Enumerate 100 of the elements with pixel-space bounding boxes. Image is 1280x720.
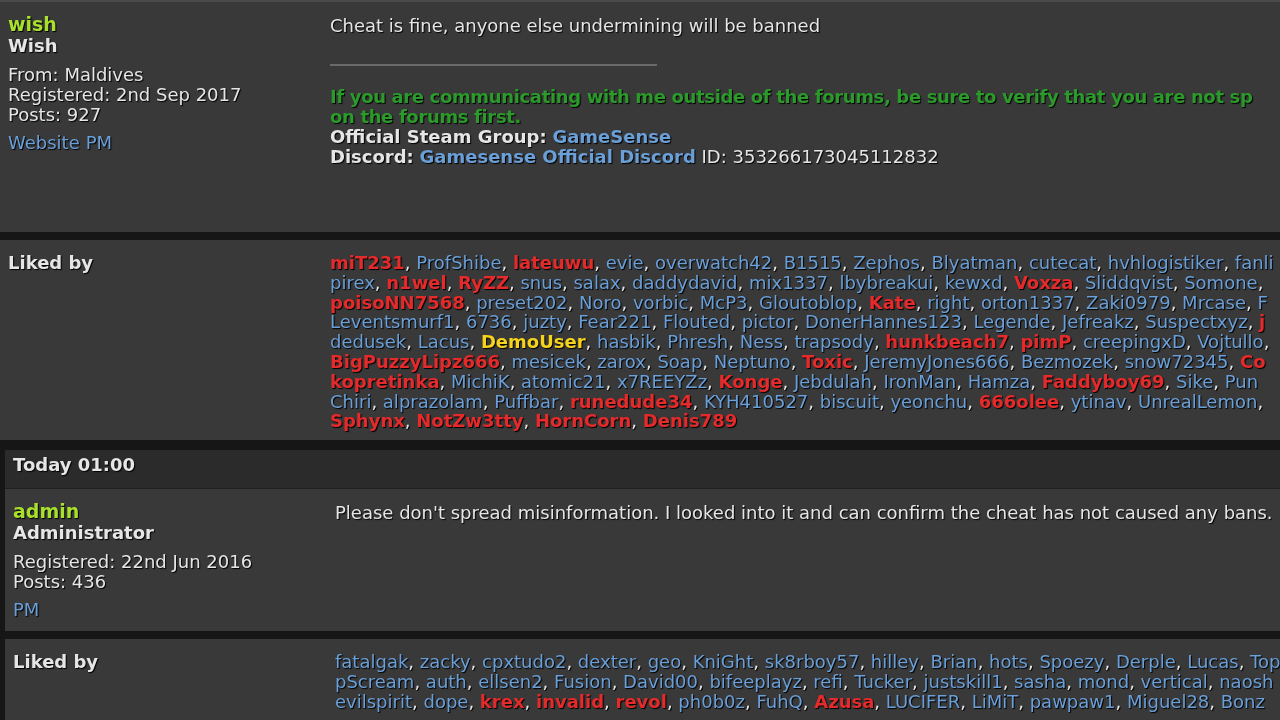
user-link[interactable]: right	[927, 291, 970, 313]
user-link[interactable]: Zephos	[853, 252, 920, 273]
user-link[interactable]: Co	[1239, 351, 1266, 372]
user-link[interactable]: Faddyboy69	[1041, 370, 1165, 392]
user-link[interactable]: 666olee	[978, 390, 1060, 412]
profile-link[interactable]: PM	[13, 600, 40, 620]
user-link[interactable]: Voxza	[1013, 271, 1074, 293]
user-link[interactable]: Puffbar	[494, 390, 559, 412]
user-link[interactable]: F	[1257, 291, 1268, 313]
user-link[interactable]: cutecat	[1028, 252, 1097, 273]
user-link[interactable]: zarox	[597, 351, 646, 372]
user-link[interactable]: trapsody	[794, 331, 874, 353]
user-link[interactable]: yeonchu	[890, 390, 968, 412]
username-link[interactable]: admin	[13, 501, 80, 522]
user-link[interactable]: Suspectxyz	[1145, 311, 1248, 333]
user-link[interactable]: daddydavid	[632, 271, 738, 293]
user-link[interactable]: revol	[615, 690, 667, 712]
user-link[interactable]: dope	[423, 690, 469, 712]
user-link[interactable]: atomic21	[521, 370, 606, 392]
signature-link[interactable]: Gamesense Official Discord	[419, 146, 696, 167]
user-link[interactable]: snow72345	[1124, 351, 1229, 372]
user-link[interactable]: bifeeplayz	[709, 670, 802, 692]
user-link[interactable]: HornCorn	[534, 410, 632, 432]
user-link[interactable]: orton1337	[980, 291, 1075, 313]
user-link[interactable]: cpxtudo2	[482, 651, 567, 672]
user-link[interactable]: JeremyJones666	[864, 351, 1010, 372]
user-link[interactable]: miT231	[330, 252, 405, 273]
user-link[interactable]: Lacus	[417, 331, 470, 353]
user-link[interactable]: n1wel	[386, 271, 447, 293]
user-link[interactable]: Toxic	[802, 351, 853, 372]
user-link[interactable]: Legende	[973, 311, 1051, 333]
user-link[interactable]: dexter	[577, 651, 637, 672]
user-link[interactable]: overwatch42	[655, 252, 773, 273]
user-link[interactable]: Neptuno	[713, 351, 791, 372]
user-link[interactable]: Noro	[579, 291, 622, 313]
user-link[interactable]: fatalgak	[335, 651, 409, 672]
user-link[interactable]: krex	[479, 690, 525, 712]
user-link[interactable]: Azusa	[814, 690, 875, 712]
user-link[interactable]: pictor	[741, 311, 794, 333]
user-link[interactable]: creepingxD	[1082, 331, 1186, 353]
user-link[interactable]: geo	[647, 651, 682, 672]
user-link[interactable]: zacky	[419, 651, 471, 672]
user-link[interactable]: pimP	[1020, 331, 1072, 353]
user-link[interactable]: KniGht	[692, 651, 754, 672]
user-link[interactable]: ProfShibe	[416, 252, 502, 273]
user-link[interactable]: Pun	[1224, 370, 1259, 392]
user-link[interactable]: sk8rboy57	[764, 651, 860, 672]
user-link[interactable]: evie	[605, 252, 644, 273]
user-link[interactable]: lateuwu	[512, 252, 595, 273]
user-link[interactable]: pirex	[330, 271, 375, 293]
user-link[interactable]: hasbik	[597, 331, 656, 353]
user-link[interactable]: Somone	[1184, 271, 1258, 293]
user-link[interactable]: Ness	[739, 331, 784, 353]
user-link[interactable]: snus	[520, 271, 563, 293]
user-link[interactable]: Mrcase	[1182, 291, 1247, 313]
user-link[interactable]: B1515	[783, 252, 842, 273]
user-link[interactable]: NotZw3tty	[416, 410, 524, 432]
user-link[interactable]: salax	[573, 271, 621, 293]
user-link[interactable]: runedude34	[569, 390, 693, 412]
user-link[interactable]: Fusion	[554, 670, 612, 692]
user-link[interactable]: McP3	[699, 291, 748, 313]
user-link[interactable]: Phresh	[667, 331, 729, 353]
user-link[interactable]: juzty	[523, 311, 567, 333]
user-link[interactable]: hunkbeach7	[885, 331, 1009, 353]
user-link[interactable]: dedusek	[330, 331, 407, 353]
user-link[interactable]: Blyatman	[931, 252, 1018, 273]
user-link[interactable]: Hamza	[967, 370, 1031, 392]
user-link[interactable]: MichiK	[451, 370, 510, 392]
user-link[interactable]: RyZZ	[458, 271, 509, 293]
user-link[interactable]: Derple	[1115, 651, 1176, 672]
user-link[interactable]: Gloutoblop	[759, 291, 858, 313]
user-link[interactable]: mesicek	[511, 351, 586, 372]
user-link[interactable]: hilley	[870, 651, 919, 672]
user-link[interactable]: Jefreakz	[1062, 311, 1134, 333]
user-link[interactable]: LiMiT	[971, 690, 1019, 712]
profile-link[interactable]: Website	[8, 133, 80, 153]
user-link[interactable]: hots	[989, 651, 1028, 672]
user-link[interactable]: Miguel28	[1126, 690, 1210, 712]
profile-link[interactable]: PM	[85, 133, 113, 153]
user-link[interactable]: Spoezy	[1039, 651, 1105, 672]
user-link[interactable]: Denis789	[642, 410, 738, 432]
user-link[interactable]: alprazolam	[382, 390, 483, 412]
user-link[interactable]: pawpaw1	[1029, 690, 1116, 712]
user-link[interactable]: Bezmozek	[1020, 351, 1114, 372]
username-link[interactable]: wish	[8, 14, 57, 35]
user-link[interactable]: invalid	[536, 690, 605, 712]
user-link[interactable]: Top	[1250, 651, 1280, 672]
user-link[interactable]: fanli	[1234, 252, 1274, 273]
user-link[interactable]: hvhlogistiker	[1107, 252, 1224, 273]
user-link[interactable]: ph0b0z	[678, 690, 745, 712]
user-link[interactable]: justskill1	[923, 670, 1003, 692]
user-link[interactable]: DemoUser	[480, 331, 586, 353]
user-link[interactable]: Kate	[868, 291, 916, 313]
user-link[interactable]: Lucas	[1187, 651, 1239, 672]
signature-link[interactable]: GameSense	[552, 126, 672, 147]
user-link[interactable]: Sike	[1176, 370, 1214, 392]
user-link[interactable]: Vojtullo	[1197, 331, 1264, 353]
user-link[interactable]: Fear221	[578, 311, 652, 333]
user-link[interactable]: Bonz	[1220, 690, 1265, 712]
user-link[interactable]: mix1337	[749, 271, 828, 293]
